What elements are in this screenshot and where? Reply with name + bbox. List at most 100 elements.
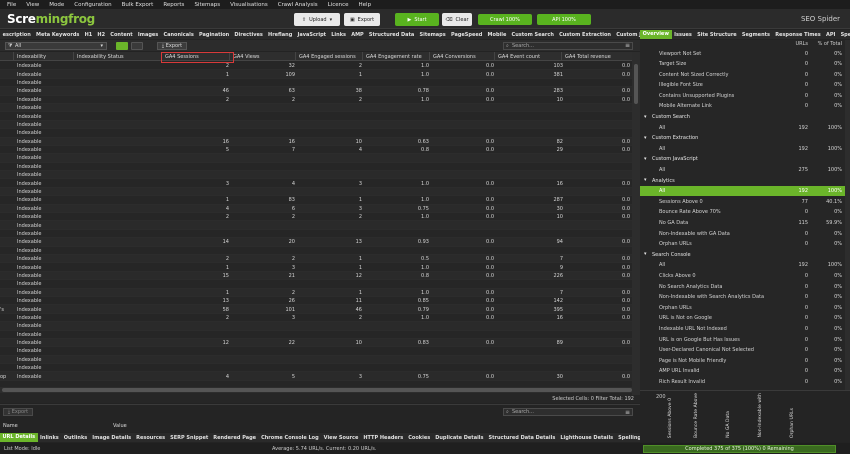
overview-item-non-indexable-with-search-analytics-data[interactable]: Non-Indexable with Search Analytics Data… (640, 292, 850, 303)
table-row[interactable]: Indexable (0, 103, 632, 113)
table-row[interactable]: Indexable 12 22 10 0.83 0.0 89 0.0 (0, 338, 632, 348)
table-row[interactable]: Indexable 1 2 1 1.0 0.0 7 0.0 (0, 288, 632, 297)
tab-amp[interactable]: AMP (349, 32, 367, 38)
right-tab-api[interactable]: API (823, 32, 838, 38)
table-row[interactable]: Indexable 46 63 38 0.78 0.0 283 0.0 (0, 87, 632, 96)
column-separator[interactable] (561, 52, 562, 61)
table-row[interactable]: Indexable (0, 154, 632, 163)
hscroll-thumb[interactable] (2, 388, 632, 392)
details-tab-image-details[interactable]: Image Details (90, 435, 134, 441)
column-header-ga4-engagement-rate[interactable]: GA4 Engagement rate (366, 54, 422, 60)
tab-custom-javascript[interactable]: Custom JavaScript (614, 32, 640, 38)
details-tab-spelling-grammar-details[interactable]: Spelling & Grammar Details (616, 435, 640, 441)
table-export-button[interactable]: ⤓ Export (157, 41, 187, 50)
column-header-indexability[interactable]: Indexability (17, 54, 46, 60)
overview-item-url-is-not-on-google[interactable]: URL is Not on Google 0 0% (640, 313, 850, 324)
right-tab-overview[interactable]: Overview (640, 30, 672, 39)
menu-item-file[interactable]: File (7, 2, 16, 8)
overview-section-analytics[interactable]: Analytics ▾ (640, 175, 850, 186)
details-tab-outlinks[interactable]: Outlinks (61, 435, 90, 441)
overview-item-clicks-above-0[interactable]: Clicks Above 0 0 0% (640, 270, 850, 281)
table-row[interactable]: Indexable 15 21 12 0.8 0.0 226 0.0 (0, 271, 632, 281)
table-row[interactable]: Indexable 2 2 1 0.5 0.0 7 0.0 (0, 254, 632, 264)
table-row[interactable]: Indexable 1 83 1 1.0 0.0 287 0.0 (0, 196, 632, 205)
table-row[interactable]: Indexable (0, 187, 632, 197)
overview-item-indexable-url-not-indexed[interactable]: Indexable URL Not Indexed 0 0% (640, 323, 850, 334)
column-header-ga4-total-revenue[interactable]: GA4 Total revenue (565, 54, 611, 60)
menu-item-visualisations[interactable]: Visualisations (230, 2, 268, 8)
list-view-icon[interactable] (116, 41, 128, 50)
table-row[interactable]: Indexable 1 109 1 1.0 0.0 381 0.0 (0, 70, 632, 79)
menu-item-reports[interactable]: Reports (163, 2, 184, 8)
overview-item-sessions-above-0[interactable]: Sessions Above 0 77 40.1% (640, 196, 850, 207)
overview-scrollbar[interactable] (845, 40, 850, 390)
overview-item-all[interactable]: All 192 100% (640, 122, 850, 133)
column-separator[interactable] (295, 52, 296, 61)
overview-item-non-indexable-with-ga-data[interactable]: Non-Indexable with GA Data 0 0% (640, 228, 850, 239)
overview-item-all[interactable]: All 192 100% (640, 143, 850, 154)
overview-item-page-is-not-mobile-friendly[interactable]: Page is Not Mobile Friendly 0 0% (640, 355, 850, 366)
tab-pagination[interactable]: Pagination (196, 32, 231, 38)
details-tab-resources[interactable]: Resources (134, 435, 168, 441)
tab-h2[interactable]: H2 (95, 32, 108, 38)
details-tab-inlinks[interactable]: Inlinks (38, 435, 62, 441)
tab-escription[interactable]: escription (0, 32, 33, 38)
menu-item-help[interactable]: Help (359, 2, 372, 8)
table-row[interactable]: Indexable (0, 120, 632, 130)
tab-pagespeed[interactable]: PageSpeed (448, 32, 485, 38)
column-separator[interactable] (494, 52, 495, 61)
tab-content[interactable]: Content (108, 32, 136, 38)
table-row[interactable]: Indexable 16 16 10 0.63 0.0 82 0.0 (0, 137, 632, 146)
scroll-thumb[interactable] (634, 64, 638, 104)
details-tab-lighthouse-details[interactable]: Lighthouse Details (558, 435, 616, 441)
details-tab-view-source[interactable]: View Source (321, 435, 361, 441)
overview-item-all[interactable]: All 192 100% (640, 185, 850, 197)
overview-item-all[interactable]: All 192 100% (640, 260, 850, 271)
column-header-indexability-status[interactable]: Indexability Status (77, 54, 124, 60)
table-row[interactable]: Indexable (0, 322, 632, 331)
tab-meta-keywords[interactable]: Meta Keywords (33, 32, 82, 38)
expand-arrow-icon[interactable]: ▾ (644, 114, 647, 120)
right-tab-issues[interactable]: Issues (672, 32, 695, 38)
table-row[interactable]: Indexable (0, 364, 632, 373)
column-header-ga4-event-count[interactable]: GA4 Event count (498, 54, 540, 60)
details-tab-serp-snippet[interactable]: SERP Snippet (168, 435, 211, 441)
clear-button[interactable]: ⌫ Clear (442, 13, 472, 26)
overview-item-target-size[interactable]: Target Size 0 0% (640, 59, 850, 70)
overview-item-all[interactable]: All 275 100% (640, 165, 850, 176)
tab-sitemaps[interactable]: Sitemaps (417, 32, 448, 38)
overview-item-content-not-sized-correctly[interactable]: Content Not Sized Correctly 0 0% (640, 69, 850, 80)
overview-item-mobile-alternate-link[interactable]: Mobile Alternate Link 0 0% (640, 101, 850, 112)
table-row[interactable]: Indexable (0, 355, 632, 365)
column-separator[interactable] (429, 52, 430, 61)
right-tab-segments[interactable]: Segments (739, 32, 772, 38)
table-row[interactable]: op Indexable 4 5 3 0.75 0.0 30 0.0 (0, 372, 632, 381)
table-row[interactable]: Indexable 3 4 3 1.0 0.0 16 0.0 (0, 179, 632, 188)
table-search-input[interactable]: ⌕ Search... (503, 41, 633, 50)
overview-section-custom-search[interactable]: Custom Search ▾ (640, 112, 850, 123)
details-export-button[interactable]: ⤓ Export (3, 408, 33, 416)
tab-canonicals[interactable]: Canonicals (161, 32, 197, 38)
column-separator[interactable] (73, 52, 74, 61)
column-header-ga4-conversions[interactable]: GA4 Conversions (433, 54, 476, 60)
upload-button[interactable]: ⇪ Upload ▾ (294, 13, 340, 26)
details-tab-chrome-console-log[interactable]: Chrome Console Log (259, 435, 322, 441)
details-tab-url-details[interactable]: URL Details (0, 433, 38, 442)
menu-item-bulk-export[interactable]: Bulk Export (122, 2, 154, 8)
menu-item-mode[interactable]: Mode (49, 2, 64, 8)
table-row[interactable]: Indexable 2 3 2 1.0 0.0 16 0.0 (0, 314, 632, 323)
column-separator[interactable] (13, 52, 14, 61)
overview-item-no-ga-data[interactable]: No GA Data 115 59.9% (640, 218, 850, 229)
tab-images[interactable]: Images (135, 32, 161, 38)
overview-item-orphan-urls[interactable]: Orphan URLs 0 0% (640, 302, 850, 313)
overview-item-user-declared-canonical-not-selected[interactable]: User-Declared Canonical Not Selected 0 0% (640, 345, 850, 356)
details-tab-rendered-page[interactable]: Rendered Page (211, 435, 259, 441)
vertical-scrollbar[interactable] (632, 52, 640, 395)
details-options-icon[interactable]: ≡ (625, 409, 630, 416)
right-tab-spelling[interactable]: Spelling (838, 32, 850, 38)
table-row[interactable]: Indexable (0, 247, 632, 255)
tree-view-icon[interactable] (131, 41, 143, 50)
overview-item-viewport-not-set[interactable]: Viewport Not Set 0 0% (640, 48, 850, 59)
tab-h1[interactable]: H1 (82, 32, 95, 38)
overview-section-search-console[interactable]: Search Console ▾ (640, 249, 850, 260)
